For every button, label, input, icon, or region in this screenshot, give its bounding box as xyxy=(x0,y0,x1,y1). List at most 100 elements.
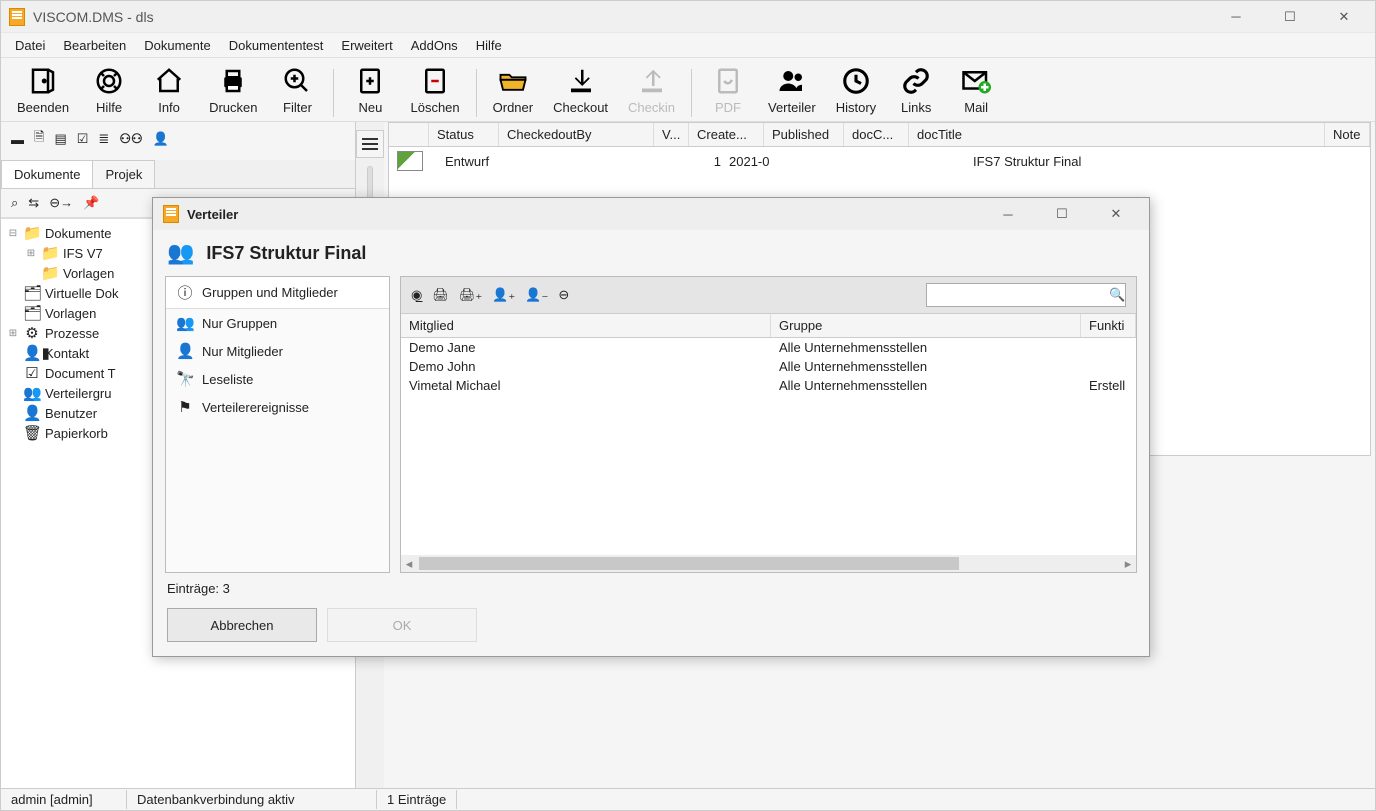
tree-label: Dokumente xyxy=(45,226,111,241)
toolbar-info[interactable]: Info xyxy=(139,62,199,117)
table-row[interactable]: Demo JaneAlle Unternehmensstellen xyxy=(401,338,1136,357)
dialog-hscroll[interactable]: ◂ ▸ xyxy=(401,555,1136,572)
toolbar-filter[interactable]: Filter xyxy=(267,62,327,117)
toolbar-loeschen[interactable]: Löschen xyxy=(400,62,469,117)
toolbar-neu[interactable]: Neu xyxy=(340,62,400,117)
cell-doctitle: IFS7 Struktur Final xyxy=(973,154,1362,169)
tab-dokumente[interactable]: Dokumente xyxy=(1,160,93,188)
remove-icon[interactable]: ⊖ xyxy=(558,287,569,303)
col-funktion[interactable]: Funkti xyxy=(1081,314,1136,337)
tree-label: Verteilergru xyxy=(45,386,111,401)
close-button[interactable]: ✕ xyxy=(1321,1,1367,32)
sidebar-item[interactable]: ⓘGruppen und Mitglieder xyxy=(166,277,389,309)
col-gruppe[interactable]: Gruppe xyxy=(771,314,1081,337)
download-icon xyxy=(566,64,596,98)
cell-mitglied: Demo Jane xyxy=(409,340,779,355)
grid-row[interactable]: Entwurf 1 2021-0 IFS7 Struktur Final xyxy=(389,147,1370,175)
checklist-icon[interactable]: ☑ xyxy=(77,131,89,147)
expand-icon[interactable]: ⊞ xyxy=(7,328,19,339)
scroll-left-icon[interactable]: ◂ xyxy=(401,556,417,572)
search-tree-icon[interactable]: ⌕ xyxy=(11,195,18,211)
toolbar-mail[interactable]: Mail xyxy=(946,62,1006,117)
mail-plus-icon xyxy=(961,64,991,98)
dialog-content: ◉̲ 🖨 🖨₊ 👤₊ 👤₋ ⊖ 🔍 Mitglied Gruppe Funkti… xyxy=(400,276,1137,573)
cell-gruppe: Alle Unternehmensstellen xyxy=(779,359,1089,374)
user-icon: 👤 xyxy=(23,404,41,422)
dialog-close-button[interactable]: ✕ xyxy=(1093,199,1139,230)
dialog-search-input[interactable] xyxy=(933,288,1109,303)
grid-col-docc[interactable]: docC... xyxy=(844,123,909,146)
toolbar-hilfe[interactable]: Hilfe xyxy=(79,62,139,117)
menu-hilfe[interactable]: Hilfe xyxy=(468,36,510,55)
toolbar-drucken[interactable]: Drucken xyxy=(199,62,267,117)
dialog-minimize-button[interactable]: ─ xyxy=(985,199,1031,230)
window-title: VISCOM.DMS - dls xyxy=(33,9,154,25)
scroll-right-icon[interactable]: ▸ xyxy=(1120,556,1136,572)
user-add-icon[interactable]: 👤₊ xyxy=(492,287,515,303)
toolbar-checkin[interactable]: Checkin xyxy=(618,62,685,117)
menu-addons[interactable]: AddOns xyxy=(403,36,466,55)
toolbar-label: Checkout xyxy=(553,100,608,115)
toolbar-pdf[interactable]: PDF xyxy=(698,62,758,117)
sidebar-item[interactable]: 🔭Leseliste xyxy=(166,365,389,393)
grid-col-v[interactable]: V... xyxy=(654,123,689,146)
maximize-button[interactable]: ☐ xyxy=(1267,1,1313,32)
list-icon[interactable]: ≣ xyxy=(98,131,109,147)
toolbar-links[interactable]: Links xyxy=(886,62,946,117)
pin-icon[interactable]: 📌 xyxy=(83,195,99,211)
dialog-footer-text: Einträge: 3 xyxy=(153,573,1149,604)
tab-projekt[interactable]: Projek xyxy=(92,160,155,188)
folder-icon: 📁 xyxy=(41,264,59,282)
grid-col-note[interactable]: Note xyxy=(1325,123,1370,146)
menu-dokumententest[interactable]: Dokumententest xyxy=(221,36,332,55)
grid-col-create[interactable]: Create... xyxy=(689,123,764,146)
globe-icon[interactable]: ◉̲ xyxy=(411,287,422,303)
grid-col-doctitle[interactable]: docTitle xyxy=(909,123,1325,146)
col-mitglied[interactable]: Mitglied xyxy=(401,314,771,337)
toolbar-checkout[interactable]: Checkout xyxy=(543,62,618,117)
menu-erweitert[interactable]: Erweitert xyxy=(333,36,400,55)
ok-button[interactable]: OK xyxy=(327,608,477,642)
grid-col-icon[interactable] xyxy=(389,123,429,146)
folder-open-icon[interactable]: ▬ xyxy=(11,132,24,147)
pdf-icon xyxy=(713,64,743,98)
menubar: Datei Bearbeiten Dokumente Dokumententes… xyxy=(1,32,1375,58)
toolbar-beenden[interactable]: Beenden xyxy=(7,62,79,117)
menu-bearbeiten[interactable]: Bearbeiten xyxy=(55,36,134,55)
dialog-search[interactable]: 🔍 xyxy=(926,283,1126,307)
people-icon[interactable]: ⚇⚇ xyxy=(119,131,142,147)
toolbar-history[interactable]: History xyxy=(826,62,886,117)
user-icon: 👤 xyxy=(176,342,194,360)
expand-icon[interactable]: ⊞ xyxy=(25,248,37,259)
hamburger-icon[interactable] xyxy=(356,130,384,158)
print-plus-icon[interactable]: 🖨₊ xyxy=(459,287,482,303)
grid-col-published[interactable]: Published xyxy=(764,123,844,146)
user-icon[interactable]: 👤 xyxy=(153,131,169,147)
minimize-button[interactable]: ─ xyxy=(1213,1,1259,32)
table-row[interactable]: Vimetal MichaelAlle UnternehmensstellenE… xyxy=(401,376,1136,395)
scroll-thumb[interactable] xyxy=(419,557,959,570)
sidebar-item[interactable]: 👤 Nur Mitglieder xyxy=(166,337,389,365)
sidebar-item[interactable]: 👥Nur Gruppen xyxy=(166,309,389,337)
toolbar-verteiler[interactable]: Verteiler xyxy=(758,62,826,117)
expand-icon[interactable]: ⊟ xyxy=(7,228,19,239)
menu-datei[interactable]: Datei xyxy=(7,36,53,55)
menu-dokumente[interactable]: Dokumente xyxy=(136,36,218,55)
cancel-button[interactable]: Abbrechen xyxy=(167,608,317,642)
tree-label: Kontakt xyxy=(45,346,89,361)
table-row[interactable]: Demo JohnAlle Unternehmensstellen xyxy=(401,357,1136,376)
card-icon[interactable]: ▤ xyxy=(54,131,66,147)
grid-col-status[interactable]: Status xyxy=(429,123,499,146)
key-icon[interactable]: ⊖→ xyxy=(49,195,73,211)
sidebar-label: Nur Mitglieder xyxy=(202,344,283,359)
tree-collapse-icon[interactable]: ⇆ xyxy=(28,195,39,211)
search-icon[interactable]: 🔍 xyxy=(1109,287,1125,303)
user-remove-icon[interactable]: 👤₋ xyxy=(525,287,548,303)
print-icon[interactable]: 🖨 xyxy=(432,287,449,303)
doc-export-icon[interactable]: 🗎 xyxy=(34,128,44,150)
toolbar-ordner[interactable]: Ordner xyxy=(483,62,543,117)
grid-col-checkedoutby[interactable]: CheckedoutBy xyxy=(499,123,654,146)
verteiler-dialog: Verteiler ─ ☐ ✕ 👥 IFS7 Struktur Final ⓘG… xyxy=(152,197,1150,657)
dialog-maximize-button[interactable]: ☐ xyxy=(1039,199,1085,230)
sidebar-item[interactable]: ⚑Verteilerereignisse xyxy=(166,393,389,421)
